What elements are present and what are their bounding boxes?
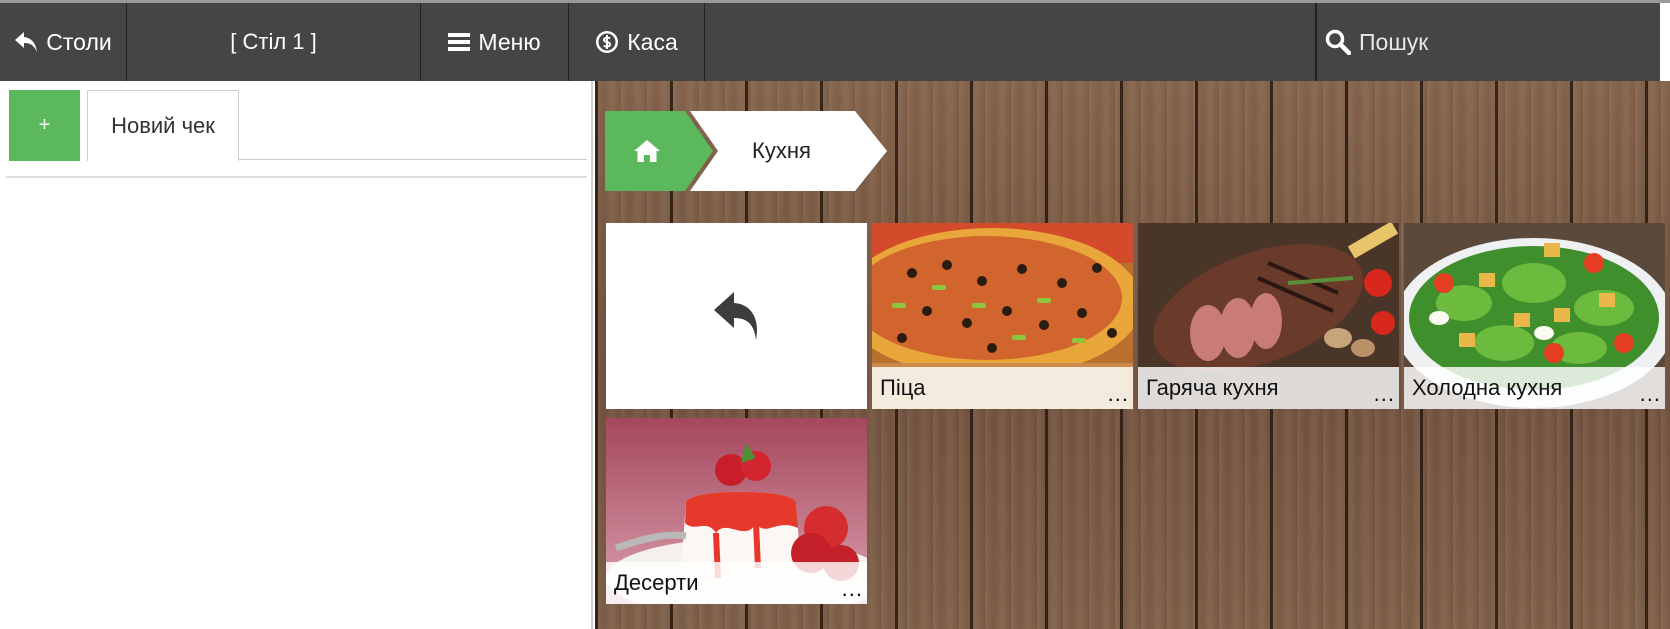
category-label: Гаряча кухня (1138, 367, 1399, 409)
category-tile-desserts[interactable]: Десерти ... (606, 418, 867, 604)
more-options-icon[interactable]: ... (1374, 381, 1395, 407)
category-tile-hot-kitchen[interactable]: Гаряча кухня ... (1138, 223, 1399, 409)
tables-label: Столи (46, 28, 112, 55)
category-name: Піца (880, 375, 926, 400)
dollar-circle-icon (596, 31, 619, 53)
menu-button[interactable]: Меню (421, 3, 569, 81)
category-name: Холодна кухня (1412, 375, 1563, 400)
back-arrow-icon (713, 292, 757, 340)
panel-divider (6, 176, 587, 178)
back-arrow-icon (15, 32, 38, 52)
check-tab-label: Новий чек (111, 113, 215, 138)
menu-label: Меню (478, 28, 541, 55)
more-options-icon[interactable]: ... (1640, 381, 1661, 407)
search-input[interactable] (1359, 28, 1639, 56)
breadcrumb: Кухня (605, 111, 887, 191)
top-bar: Столи [ Стіл 1 ] Меню Каса (0, 0, 1670, 81)
breadcrumb-kitchen-label: Кухня (752, 138, 811, 163)
category-label: Десерти (606, 562, 867, 604)
menu-lines-icon (448, 33, 471, 51)
category-name: Гаряча кухня (1146, 375, 1279, 400)
search-icon (1325, 29, 1351, 55)
more-options-icon[interactable]: ... (842, 576, 863, 602)
topbar-edge (1660, 3, 1670, 81)
topbar-spacer (705, 3, 1316, 81)
back-tile[interactable] (606, 223, 867, 409)
home-icon (634, 140, 660, 162)
breadcrumb-home[interactable] (605, 111, 713, 191)
current-table-title[interactable]: [ Стіл 1 ] (127, 3, 421, 81)
category-tile-pizza[interactable]: Піца ... (872, 223, 1133, 409)
tab-new-check[interactable]: Новий чек (87, 90, 239, 161)
category-name: Десерти (614, 570, 699, 595)
more-options-icon[interactable]: ... (1108, 381, 1129, 407)
tab-underline (239, 159, 587, 160)
tables-button[interactable]: Столи (0, 3, 127, 81)
category-label: Піца (872, 367, 1133, 409)
category-label: Холодна кухня (1404, 367, 1665, 409)
search-box[interactable] (1316, 3, 1660, 81)
category-tile-cold-kitchen[interactable]: Холодна кухня ... (1404, 223, 1665, 409)
add-check-button[interactable]: + (9, 90, 80, 161)
cash-label: Каса (627, 28, 678, 55)
cash-register-button[interactable]: Каса (569, 3, 705, 81)
order-panel: + Новий чек (0, 81, 593, 629)
table-name: [ Стіл 1 ] (230, 29, 317, 54)
breadcrumb-item-kitchen[interactable]: Кухня (690, 111, 887, 191)
